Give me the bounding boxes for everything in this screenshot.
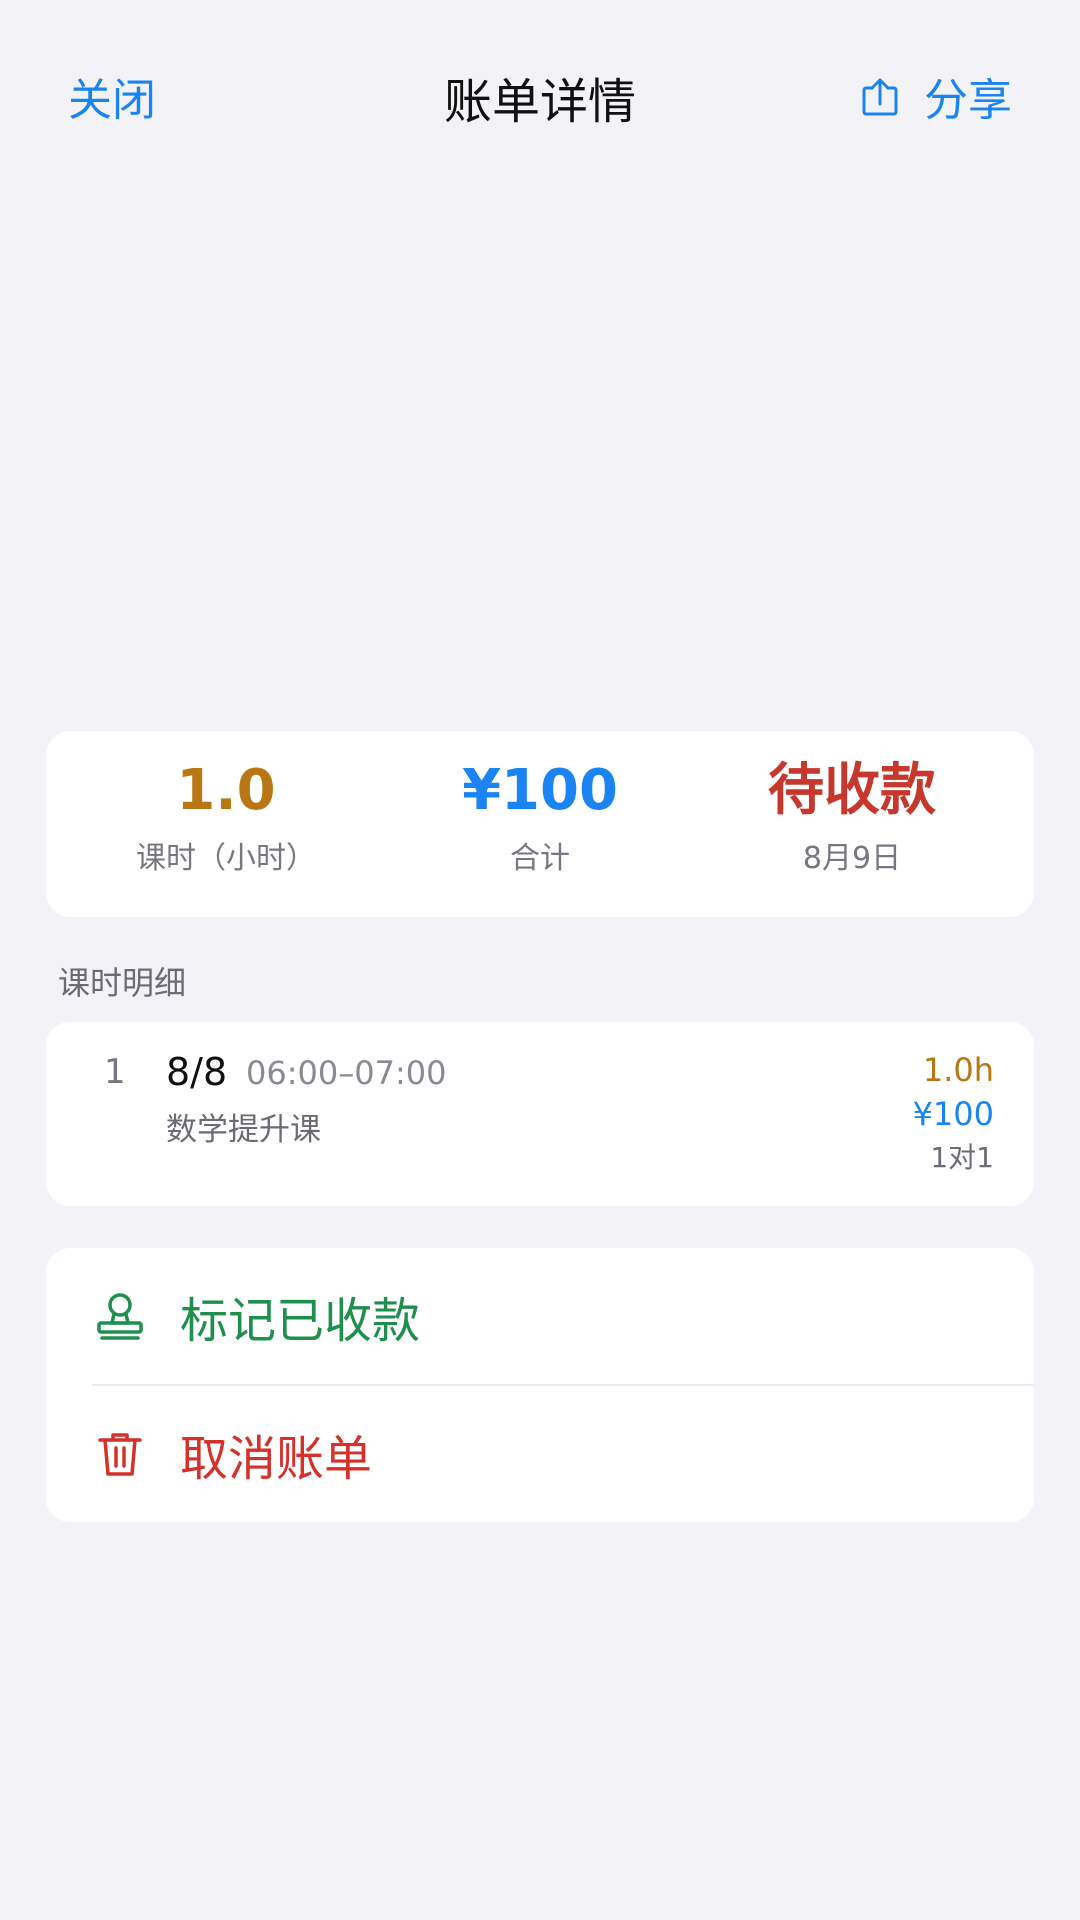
lesson-index: 1 bbox=[104, 1052, 126, 1092]
hours-value: 1.0 bbox=[176, 758, 276, 823]
share-button[interactable]: 分享 bbox=[858, 64, 1012, 128]
lesson-date: 8/8 bbox=[166, 1050, 228, 1094]
total-summary: ¥100 合计 bbox=[390, 761, 690, 877]
stamp-icon bbox=[97, 1293, 143, 1340]
share-icon bbox=[862, 78, 898, 116]
lesson-type: 1对1 bbox=[930, 1141, 994, 1174]
section-title: 课时明细 bbox=[58, 964, 187, 1002]
total-value: ¥100 bbox=[462, 758, 618, 823]
lesson-meta: 1.0h ¥100 1对1 bbox=[913, 1048, 994, 1180]
actions-card: 标记已收款 取消账单 bbox=[46, 1248, 1034, 1522]
lesson-course: 数学提升课 bbox=[166, 1112, 321, 1148]
status-badge: 待收款 bbox=[768, 758, 936, 823]
lesson-time: 06:00–07:00 bbox=[246, 1054, 447, 1092]
cancel-bill-label: 取消账单 bbox=[180, 1431, 373, 1487]
hours-summary: 1.0 课时（小时） bbox=[76, 761, 376, 877]
mark-paid-label: 标记已收款 bbox=[180, 1293, 421, 1349]
lesson-amount: ¥100 bbox=[912, 1095, 994, 1133]
status-summary: 待收款 8月9日 bbox=[702, 761, 1002, 877]
navigation-bar: 关闭 账单详情 分享 bbox=[0, 0, 1080, 180]
trash-icon bbox=[98, 1433, 142, 1476]
total-label: 合计 bbox=[510, 841, 570, 876]
lesson-detail-card: 1 8/8 06:00–07:00 数学提升课 1.0h ¥100 1对1 bbox=[46, 1022, 1034, 1206]
cancel-bill-button[interactable]: 取消账单 bbox=[46, 1386, 1034, 1522]
status-date: 8月9日 bbox=[802, 841, 902, 876]
share-label: 分享 bbox=[924, 75, 1012, 126]
hours-label: 课时（小时） bbox=[136, 841, 316, 876]
lesson-hours: 1.0h bbox=[922, 1051, 994, 1089]
mark-paid-button[interactable]: 标记已收款 bbox=[46, 1248, 1034, 1384]
summary-card: 1.0 课时（小时） ¥100 合计 待收款 8月9日 bbox=[46, 731, 1034, 917]
